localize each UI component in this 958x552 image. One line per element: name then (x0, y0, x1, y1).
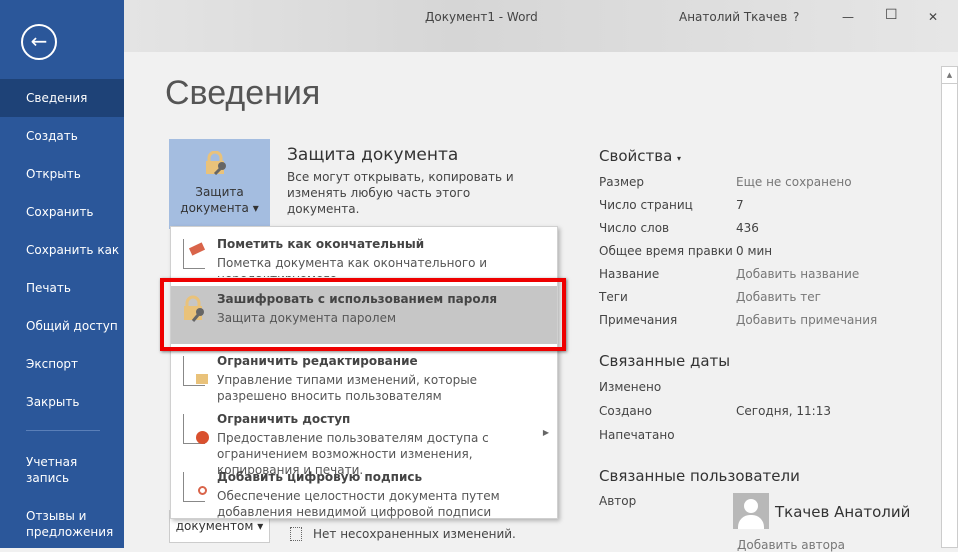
property-value[interactable]: Добавить название (736, 267, 859, 281)
dates-heading: Связанные даты (599, 352, 731, 370)
property-label: Название (599, 267, 660, 281)
date-label: Изменено (599, 380, 662, 394)
protect-button-label-1: Защита (195, 185, 244, 199)
menu-item-title: Ограничить доступ (217, 412, 351, 426)
add-author-link[interactable]: Добавить автора (737, 538, 845, 552)
protect-heading: Защита документа (287, 145, 459, 165)
lock-key-icon (206, 151, 226, 175)
title-bar (124, 0, 958, 52)
stamp-icon (183, 239, 206, 269)
menu-item-title: Добавить цифровую подпись (217, 470, 423, 484)
sidebar-item-account[interactable]: Учетная запись (26, 454, 106, 486)
document-lock-icon (183, 356, 208, 386)
sidebar-item-share[interactable]: Общий доступ (0, 307, 124, 345)
people-heading: Связанные пользователи (599, 467, 800, 485)
property-label: Примечания (599, 313, 678, 327)
protect-description: Все могут открывать, копировать и изменя… (287, 170, 514, 216)
property-value: 0 мин (736, 244, 773, 258)
sidebar-item-print[interactable]: Печать (0, 269, 124, 307)
unsaved-status: Нет несохраненных изменений. (313, 527, 516, 541)
date-label: Напечатано (599, 428, 675, 442)
date-value: Сегодня, 11:13 (736, 404, 831, 418)
document-ribbon-icon (183, 472, 207, 502)
sidebar-item-info[interactable]: Сведения (0, 79, 124, 117)
sidebar-item-save-as[interactable]: Сохранить как (0, 231, 124, 269)
protect-dropdown-menu: Пометить как окончательный Пометка докум… (170, 226, 558, 519)
sidebar-item-save[interactable]: Сохранить (0, 193, 124, 231)
sidebar-item-new[interactable]: Создать (0, 117, 124, 155)
author-name[interactable]: Ткачев Анатолий (775, 503, 910, 521)
minimize-button[interactable]: — (842, 10, 854, 24)
date-label: Создано (599, 404, 652, 418)
property-label: Размер (599, 175, 645, 189)
properties-heading[interactable]: Свойства ▾ (599, 147, 681, 165)
user-name[interactable]: Анатолий Ткачев (679, 10, 787, 24)
help-button[interactable]: ? (793, 10, 799, 24)
property-label: Теги (599, 290, 628, 304)
property-value[interactable]: Добавить примечания (736, 313, 877, 327)
menu-item-desc: Пометка документа как окончательного и н… (217, 256, 488, 277)
document-block-icon (183, 414, 209, 444)
backstage-sidebar: ← Сведения Создать Открыть Сохранить Сох… (0, 0, 124, 548)
sidebar-item-open[interactable]: Открыть (0, 155, 124, 193)
highlight-box (160, 278, 566, 351)
property-label: Число слов (599, 221, 670, 235)
sidebar-divider (26, 430, 100, 431)
submenu-arrow-icon: ▶ (542, 428, 549, 437)
sidebar-item-export[interactable]: Экспорт (0, 345, 124, 383)
property-label: Общее время правки (599, 244, 733, 258)
scroll-up-icon[interactable]: ▲ (942, 67, 957, 84)
property-value: Еще не сохранено (736, 175, 852, 189)
close-button[interactable]: ✕ (928, 10, 938, 24)
menu-item-title: Пометить как окончательный (217, 237, 425, 251)
menu-item-digital-signature[interactable]: Добавить цифровую подпись Обеспечение це… (171, 464, 557, 522)
back-button[interactable]: ← (21, 24, 57, 60)
protect-document-button[interactable]: Защита документа ▾ (169, 139, 270, 229)
sidebar-item-close[interactable]: Закрыть (0, 383, 124, 421)
menu-item-title: Ограничить редактирование (217, 354, 418, 368)
avatar (733, 493, 769, 529)
menu-item-restrict-editing[interactable]: Ограничить редактирование Управление тип… (171, 348, 557, 406)
page-title: Сведения (165, 74, 321, 112)
maximize-button[interactable]: ☐ (885, 7, 898, 23)
author-label: Автор (599, 494, 637, 508)
menu-item-desc: Обеспечение целостности документа путем … (217, 489, 500, 519)
window-title: Документ1 - Word (425, 10, 538, 24)
scrollbar[interactable]: ▲ (941, 66, 958, 548)
menu-item-restrict-access[interactable]: Ограничить доступ Предоставление пользов… (171, 406, 557, 477)
property-label: Число страниц (599, 198, 693, 212)
document-icon (290, 527, 302, 541)
menu-item-desc: Управление типами изменений, которые раз… (217, 373, 478, 403)
protect-button-label-2: документа ▾ (180, 201, 259, 215)
property-value[interactable]: Добавить тег (736, 290, 821, 304)
property-value: 436 (736, 221, 759, 235)
property-value: 7 (736, 198, 744, 212)
sidebar-item-feedback[interactable]: Отзывы и предложения (26, 508, 116, 540)
